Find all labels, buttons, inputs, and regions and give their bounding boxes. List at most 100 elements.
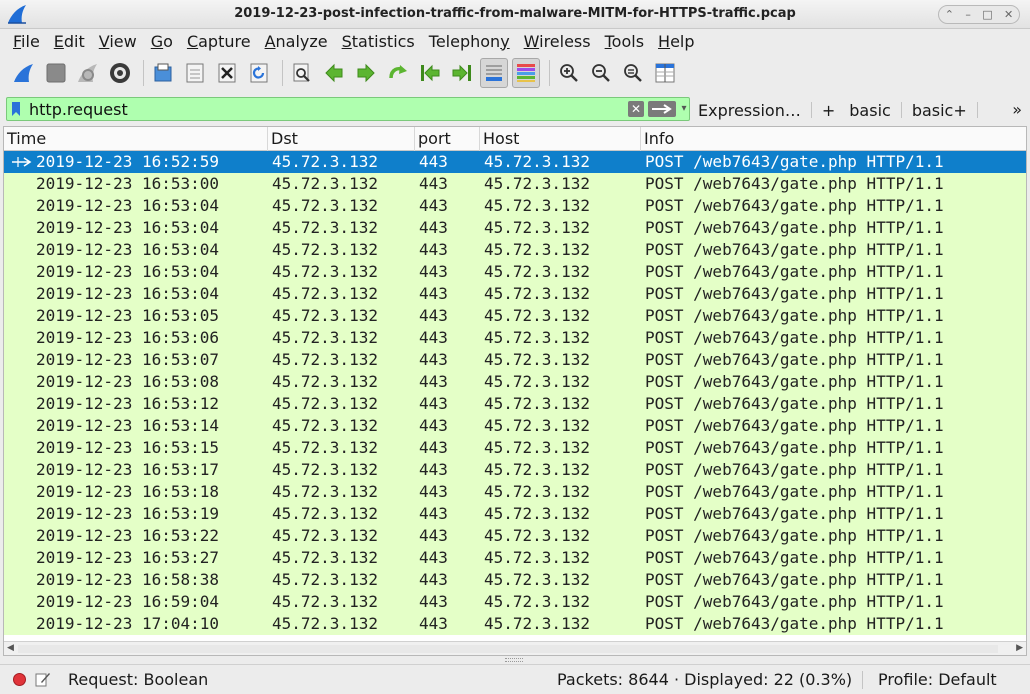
cell-port: 443 [419,614,448,633]
scroll-left-icon[interactable]: ◀ [7,643,14,653]
menu-edit[interactable]: Edit [47,32,92,51]
go-forward-button[interactable] [352,58,380,88]
table-row[interactable]: 2019-12-23 16:53:18 45.72.3.132 443 45.72.3… [4,481,1026,503]
cell-host: 45.72.3.132 [484,438,590,457]
table-row[interactable]: 2019-12-23 16:53:27 45.72.3.132 443 45.72.3… [4,547,1026,569]
capture-comment-icon[interactable] [35,671,51,687]
table-row[interactable]: 2019-12-23 16:53:04 45.72.3.132 443 45.72.3… [4,195,1026,217]
autoscroll-button[interactable] [480,58,508,88]
scroll-right-icon[interactable]: ▶ [1016,643,1023,653]
column-header-dst[interactable]: Dst [268,127,415,151]
menu-statistics[interactable]: Statistics [335,32,422,51]
status-field-info: Request: Boolean [68,670,209,689]
table-row[interactable]: 2019-12-23 16:53:04 45.72.3.132 443 45.72.3… [4,217,1026,239]
table-row[interactable]: 2019-12-23 16:53:07 45.72.3.132 443 45.72.3… [4,349,1026,371]
go-back-button[interactable] [320,58,348,88]
menu-analyze[interactable]: Analyze [258,32,335,51]
cell-info: POST /web7643/gate.php HTTP/1.1 [645,240,944,259]
reload-file-button[interactable] [245,58,273,88]
menu-telephony[interactable]: Telephony [422,32,517,51]
cell-time: 2019-12-23 16:52:59 [36,152,220,171]
table-row[interactable]: 2019-12-23 16:53:19 45.72.3.132 443 45.72.3… [4,503,1026,525]
expression-button[interactable]: Expression… [698,101,801,120]
find-packet-button[interactable] [288,58,316,88]
column-header-time[interactable]: Time [4,127,268,151]
zoom-in-button[interactable] [555,58,583,88]
filter-button-basic-plus[interactable]: basic+ [912,101,967,120]
cell-port: 443 [419,438,448,457]
status-profile[interactable]: Profile: Default [878,670,997,689]
toolbar-separator [143,60,144,86]
menu-wireless[interactable]: Wireless [517,32,598,51]
go-last-button[interactable] [448,58,476,88]
expert-info-error-icon[interactable] [13,673,26,686]
table-row[interactable]: 2019-12-23 16:53:17 45.72.3.132 443 45.72.3… [4,459,1026,481]
window-close-button[interactable]: ✕ [1004,8,1013,21]
column-header-info[interactable]: Info [641,127,1026,151]
zoom-normal-button[interactable] [619,58,647,88]
display-filter-text[interactable]: http.request [29,100,128,119]
cell-host: 45.72.3.132 [484,526,590,545]
display-filter-input[interactable]: http.request ✕ ▾ [6,97,690,121]
table-row[interactable]: 2019-12-23 16:58:38 45.72.3.132 443 45.72.3… [4,569,1026,591]
table-row[interactable]: 2019-12-23 16:53:06 45.72.3.132 443 45.72.3… [4,327,1026,349]
menu-capture[interactable]: Capture [180,32,258,51]
cell-dst: 45.72.3.132 [272,218,378,237]
table-row[interactable]: 2019-12-23 17:04:10 45.72.3.132 443 45.72.3… [4,613,1026,635]
apply-filter-button[interactable] [648,101,676,117]
column-header-port[interactable]: port [415,127,480,151]
window-minimize-button[interactable]: – [965,8,971,21]
save-file-button[interactable] [181,58,209,88]
table-row[interactable]: 2019-12-23 16:53:12 45.72.3.132 443 45.72.3… [4,393,1026,415]
cell-dst: 45.72.3.132 [272,460,378,479]
filter-history-dropdown[interactable]: ▾ [678,100,690,118]
clear-filter-icon[interactable]: ✕ [628,101,644,117]
capture-options-button[interactable] [106,58,134,88]
menu-go[interactable]: Go [144,32,180,51]
table-row[interactable]: 2019-12-23 16:53:04 45.72.3.132 443 45.72.3… [4,239,1026,261]
menu-view[interactable]: View [92,32,144,51]
menu-tools[interactable]: Tools [598,32,651,51]
table-row[interactable]: 2019-12-23 16:53:04 45.72.3.132 443 45.72.3… [4,283,1026,305]
cell-host: 45.72.3.132 [484,262,590,281]
filter-button-basic[interactable]: basic [849,101,891,120]
table-row[interactable]: 2019-12-23 16:53:15 45.72.3.132 443 45.72.3… [4,437,1026,459]
restart-capture-button[interactable] [74,58,102,88]
menu-file[interactable]: File [6,32,47,51]
table-row[interactable]: 2019-12-23 16:53:05 45.72.3.132 443 45.72.3… [4,305,1026,327]
table-row[interactable]: 2019-12-23 16:53:00 45.72.3.132 443 45.72.3… [4,173,1026,195]
close-file-button[interactable] [213,58,241,88]
horizontal-scrollbar[interactable]: ◀ ▶ [4,641,1026,655]
table-row[interactable]: 2019-12-23 16:59:04 45.72.3.132 443 45.72.3… [4,591,1026,613]
resize-columns-button[interactable] [651,58,679,88]
cell-dst: 45.72.3.132 [272,394,378,413]
bookmark-icon[interactable] [11,101,21,117]
cell-port: 443 [419,394,448,413]
menu-help[interactable]: Help [651,32,701,51]
column-header-host[interactable]: Host [480,127,641,151]
stop-capture-button[interactable] [42,58,70,88]
scrollbar-thumb[interactable] [18,645,998,653]
cell-time: 2019-12-23 16:53:14 [36,416,220,435]
table-row-selected[interactable]: 2019-12-23 16:52:59 45.72.3.132 443 45.72.3… [4,151,1026,173]
table-row[interactable]: 2019-12-23 16:53:04 45.72.3.132 443 45.72.3… [4,261,1026,283]
cell-time: 2019-12-23 16:53:08 [36,372,220,391]
table-row[interactable]: 2019-12-23 16:53:14 45.72.3.132 443 45.72.3… [4,415,1026,437]
go-first-button[interactable] [416,58,444,88]
pane-splitter-handle[interactable] [505,658,523,662]
resize-columns-icon [655,63,675,83]
start-capture-button[interactable] [10,58,38,88]
go-to-packet-button[interactable] [384,58,412,88]
toolbar-overflow-chevron-icon[interactable]: » [1012,100,1022,119]
table-row[interactable]: 2019-12-23 16:53:08 45.72.3.132 443 45.72.3… [4,371,1026,393]
zoom-out-button[interactable] [587,58,615,88]
colorize-button[interactable] [512,58,540,88]
add-filter-button[interactable]: + [822,101,835,120]
table-row[interactable]: 2019-12-23 16:53:22 45.72.3.132 443 45.72.3… [4,525,1026,547]
cell-dst: 45.72.3.132 [272,174,378,193]
window-maximize-button[interactable]: □ [982,8,992,21]
packet-list[interactable]: Time Dst port Host Info 2019-12-23 16:52… [3,126,1027,656]
display-filter-bar: http.request ✕ ▾ Expression… + basic bas… [0,94,1030,124]
window-shade-button[interactable]: ⌃ [945,8,954,21]
open-file-button[interactable] [149,58,177,88]
